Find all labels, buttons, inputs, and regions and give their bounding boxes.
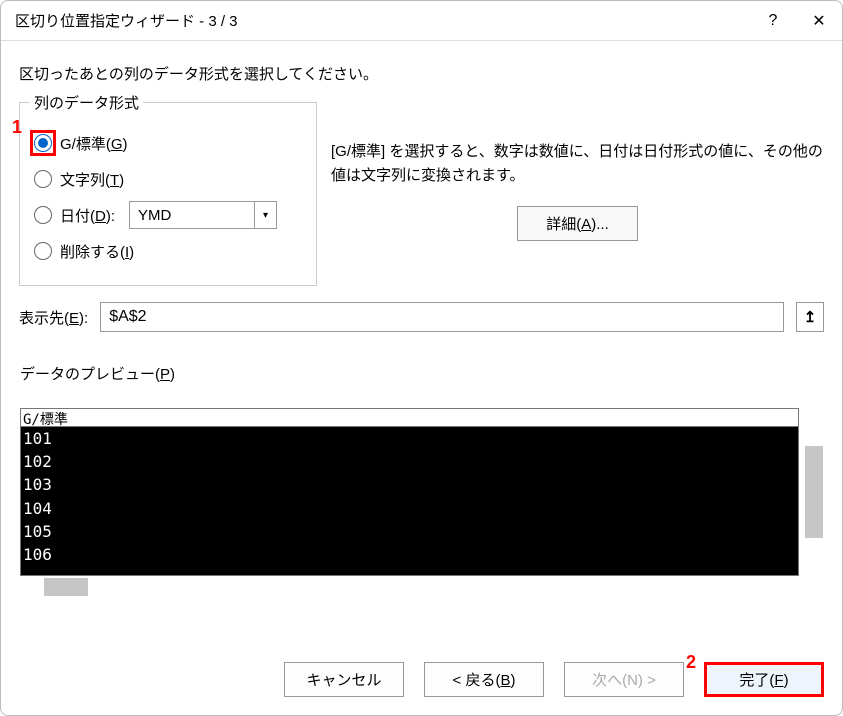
preview-label: データのプレビュー(P)	[20, 363, 823, 384]
column-format-legend: 列のデータ形式	[30, 92, 143, 113]
vertical-scrollbar-thumb[interactable]	[805, 446, 823, 538]
close-button[interactable]: ✕	[796, 1, 842, 41]
radio-date-label: 日付(D):	[60, 205, 115, 226]
preview-column-header[interactable]: G/標準	[21, 409, 798, 427]
preview-row: 103	[23, 473, 798, 496]
range-picker-icon: ↥	[804, 308, 817, 326]
radio-skip-row[interactable]: 削除する(I)	[34, 233, 302, 269]
radio-skip-label: 削除する(I)	[60, 241, 134, 262]
destination-input[interactable]	[100, 302, 784, 332]
radio-general-row[interactable]: G/標準(G)	[34, 125, 302, 161]
titlebar: 区切り位置指定ウィザード - 3 / 3 ? ✕	[1, 1, 842, 41]
annotation-marker-2: 2	[686, 652, 696, 673]
horizontal-scrollbar[interactable]	[20, 578, 823, 596]
radio-skip[interactable]	[34, 242, 52, 260]
close-icon: ✕	[812, 11, 825, 31]
preview-row: 106	[23, 543, 798, 566]
description-text: [G/標準] を選択すると、数字は数値に、日付は日付形式の値に、その他の値は文字…	[331, 140, 824, 188]
radio-general[interactable]	[34, 134, 52, 152]
button-bar: キャンセル < 戻る(B) 次へ(N) > 2 完了(F)	[1, 644, 842, 715]
preview-row: 102	[23, 450, 798, 473]
preview-row: 104	[23, 497, 798, 520]
preview-body: 101 102 103 104 105 106	[21, 427, 798, 576]
finish-button[interactable]: 完了(F)	[704, 662, 824, 697]
destination-label: 表示先(E):	[19, 307, 88, 328]
radio-general-label: G/標準(G)	[60, 133, 128, 154]
radio-text-label: 文字列(T)	[60, 169, 124, 190]
date-format-select[interactable]: YMD ▾	[129, 201, 277, 229]
date-format-value: YMD	[138, 207, 171, 224]
back-button[interactable]: < 戻る(B)	[424, 662, 544, 697]
radio-date[interactable]	[34, 206, 52, 224]
column-format-fieldset: 列のデータ形式 1 G/標準(G) 文字列(T) 日付(D): YMD	[19, 102, 317, 286]
radio-date-row[interactable]: 日付(D): YMD ▾	[34, 197, 302, 233]
cancel-button[interactable]: キャンセル	[284, 662, 404, 697]
next-button: 次へ(N) >	[564, 662, 684, 697]
preview-area[interactable]: G/標準 101 102 103 104 105 106	[20, 408, 799, 576]
preview-row: 101	[23, 427, 798, 450]
upper-row: 列のデータ形式 1 G/標準(G) 文字列(T) 日付(D): YMD	[19, 102, 824, 286]
content-area: 区切ったあとの列のデータ形式を選択してください。 列のデータ形式 1 G/標準(…	[1, 41, 842, 644]
description-area: [G/標準] を選択すると、数字は数値に、日付は日付形式の値に、その他の値は文字…	[331, 102, 824, 286]
wizard-dialog: 区切り位置指定ウィザード - 3 / 3 ? ✕ 区切ったあとの列のデータ形式を…	[0, 0, 843, 716]
destination-row: 表示先(E): ↥	[19, 302, 824, 332]
instruction-text: 区切ったあとの列のデータ形式を選択してください。	[19, 63, 824, 84]
chevron-down-icon[interactable]: ▾	[254, 202, 276, 228]
window-title: 区切り位置指定ウィザード - 3 / 3	[15, 10, 750, 31]
help-button[interactable]: ?	[750, 1, 796, 41]
preview-row: 105	[23, 520, 798, 543]
horizontal-scrollbar-thumb[interactable]	[44, 578, 88, 596]
annotation-marker-1: 1	[12, 117, 22, 138]
preview-group: データのプレビュー(P) G/標準 101 102 103 104 105 10…	[19, 362, 824, 626]
vertical-scrollbar[interactable]	[805, 408, 823, 576]
radio-text-row[interactable]: 文字列(T)	[34, 161, 302, 197]
range-picker-button[interactable]: ↥	[796, 302, 824, 332]
detail-button[interactable]: 詳細(A)...	[517, 206, 638, 241]
radio-text[interactable]	[34, 170, 52, 188]
